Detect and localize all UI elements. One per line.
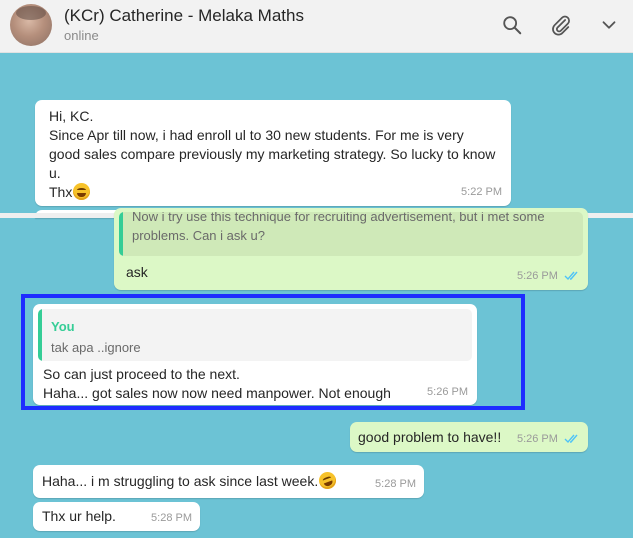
message-time: 5:26 PM (427, 386, 468, 398)
chevron-down-icon[interactable] (598, 14, 620, 36)
quoted-text: Now i try use this technique for recruit… (132, 212, 545, 243)
message-outgoing[interactable]: Now i try use this technique for recruit… (114, 208, 588, 290)
message-time: 5:26 PM (516, 270, 558, 282)
message-meta: 5:26 PM (517, 267, 580, 286)
message-time: 5:22 PM (461, 186, 502, 198)
message-text: So can just proceed to the next. Haha...… (43, 366, 391, 401)
message-incoming[interactable]: Thx ur help. 5:28 PM (33, 502, 200, 531)
double-check-read-icon (564, 434, 578, 444)
quote-bar (119, 212, 123, 256)
quote-bar (38, 309, 42, 361)
message-text: Haha... i m struggling to ask since last… (42, 473, 319, 489)
quoted-message[interactable]: Now i try use this technique for recruit… (119, 212, 583, 256)
contact-status: online (64, 28, 99, 43)
message-incoming[interactable]: You tak apa ..ignore So can just proceed… (33, 304, 477, 405)
message-text: Thx ur help. (42, 508, 116, 524)
message-time: 5:28 PM (151, 512, 192, 524)
message-text: ask (126, 264, 148, 280)
quoted-text: tak apa ..ignore (51, 340, 141, 355)
contact-name[interactable]: (KCr) Catherine - Melaka Maths (64, 6, 304, 26)
message-text: good problem to have!! (358, 429, 502, 445)
quote-author: You (51, 319, 75, 334)
message-meta: 5:26 PM (517, 430, 580, 449)
grinning-face-emoji-icon (73, 183, 91, 200)
message-body: Hi, KC. Since Apr till now, i had enroll… (49, 107, 504, 202)
avatar[interactable] (10, 4, 52, 46)
message-incoming[interactable]: Hi, KC. Since Apr till now, i had enroll… (35, 100, 511, 206)
message-body: Haha... i m struggling to ask since last… (42, 469, 339, 492)
search-icon[interactable] (501, 14, 523, 36)
attach-icon[interactable] (550, 14, 572, 36)
message-incoming[interactable]: Haha... i m struggling to ask since last… (33, 465, 424, 498)
quoted-message[interactable]: You tak apa ..ignore (38, 309, 472, 361)
message-text: Hi, KC. Since Apr till now, i had enroll… (49, 108, 496, 200)
rolling-laughing-face-emoji-icon (316, 469, 339, 492)
message-time: 5:26 PM (516, 433, 558, 445)
chat-header: (KCr) Catherine - Melaka Maths online (0, 0, 633, 53)
message-outgoing[interactable]: good problem to have!! 5:26 PM (350, 422, 588, 452)
message-time: 5:28 PM (375, 478, 416, 490)
double-check-read-icon (564, 271, 578, 281)
